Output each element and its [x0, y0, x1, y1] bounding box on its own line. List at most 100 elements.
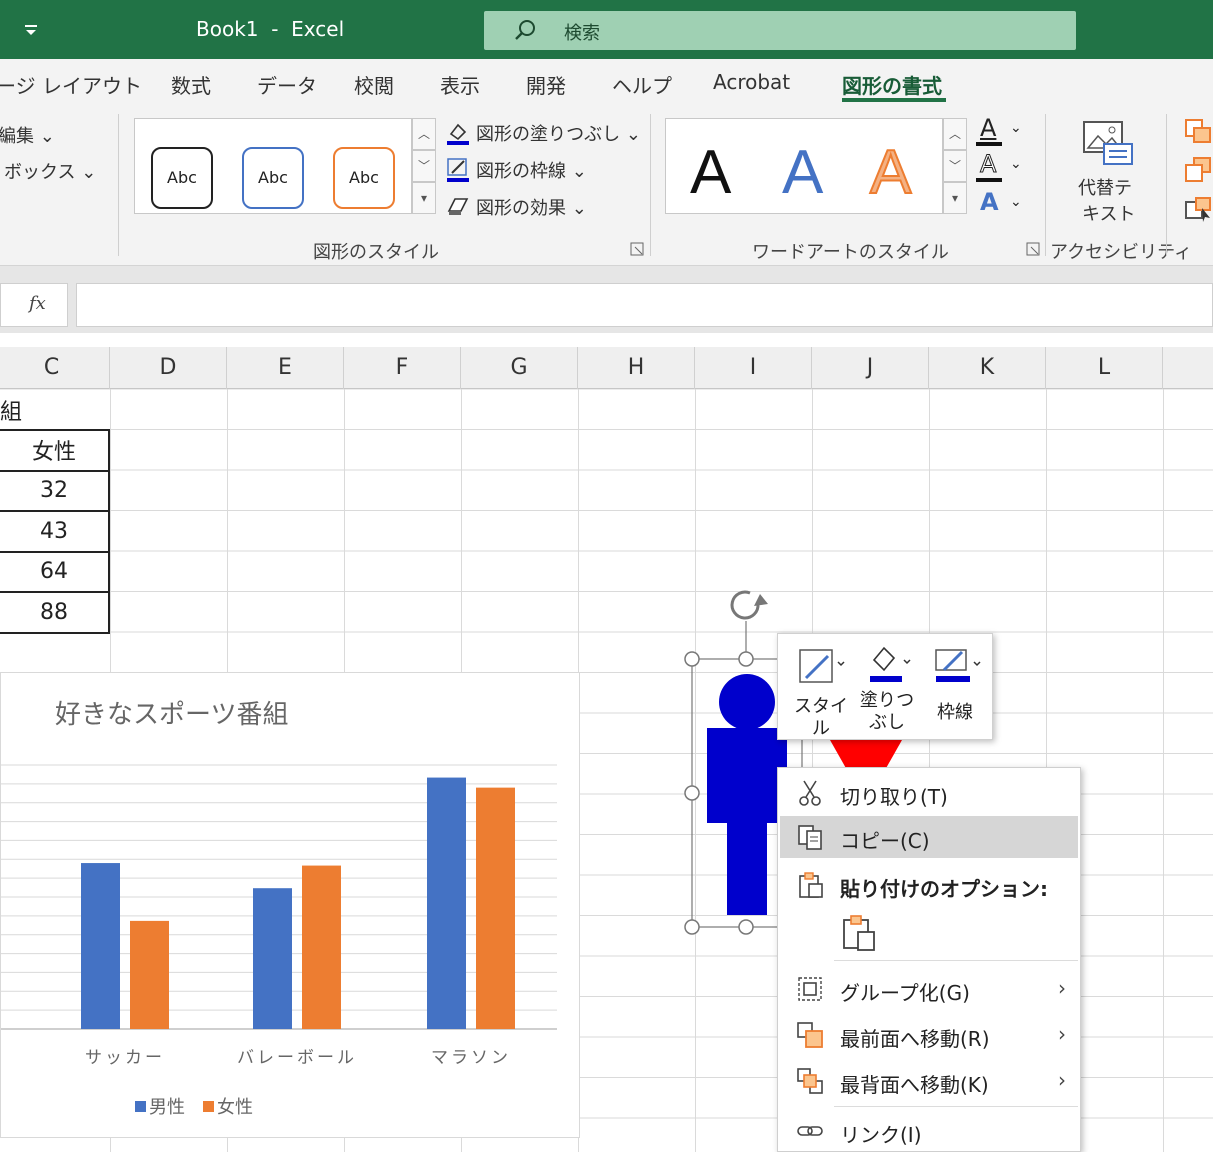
- wordart-down-arrow[interactable]: ﹀: [943, 150, 967, 182]
- title-bar: Book1 - Excel 検索: [0, 0, 1213, 59]
- submenu-arrow-icon: ›: [1058, 1022, 1066, 1046]
- chart-bar[interactable]: [302, 865, 341, 1029]
- group-divider: [1166, 114, 1167, 256]
- tab-view[interactable]: 表示: [440, 70, 480, 99]
- formula-input[interactable]: [76, 283, 1213, 327]
- menu-item-bring-to-front[interactable]: 最前面へ移動(R) ›: [780, 1014, 1078, 1056]
- shape-style-orange[interactable]: Abc: [333, 147, 395, 209]
- bar-chart[interactable]: 好きなスポーツ番組 サッカー バレーボール マラソン 男性 女性: [0, 672, 580, 1138]
- shape-effects-button[interactable]: 図形の効果 ⌄: [446, 192, 636, 222]
- edit-shape-button[interactable]: 編集 ⌄: [0, 122, 55, 148]
- table-cell[interactable]: 64: [0, 550, 110, 593]
- cell-c1[interactable]: 組: [0, 394, 22, 426]
- gallery-up-arrow[interactable]: ︿: [412, 118, 436, 150]
- tab-data[interactable]: データ: [257, 70, 317, 99]
- search-box[interactable]: 検索: [484, 11, 1076, 50]
- text-fill-button[interactable]: A ⌄: [976, 114, 1026, 146]
- column-header-g[interactable]: G: [461, 347, 578, 389]
- mini-style-button[interactable]: スタイル: [788, 642, 854, 739]
- ribbon: 編集 ⌄ ボックス ⌄ Abc Abc Abc ︿ ﹀ ▾ 図形の塗りつぶし ⌄…: [0, 106, 1213, 266]
- tab-help[interactable]: ヘルプ: [612, 70, 672, 99]
- chart-bar[interactable]: [253, 888, 292, 1029]
- resize-handle[interactable]: [738, 919, 754, 935]
- column-header-f[interactable]: F: [344, 347, 461, 389]
- shape-style-gallery: Abc Abc Abc: [134, 118, 412, 214]
- bring-to-front-icon: [797, 1022, 823, 1048]
- selection-pane-icon[interactable]: [1184, 196, 1213, 222]
- blue-person-legs[interactable]: [727, 820, 767, 915]
- red-person-shape[interactable]: [830, 740, 902, 770]
- column-header-h[interactable]: H: [578, 347, 695, 389]
- clipboard-icon: [799, 872, 823, 898]
- shape-style-blue[interactable]: Abc: [242, 147, 304, 209]
- tab-shape-format[interactable]: 図形の書式: [842, 70, 942, 99]
- chart-title[interactable]: 好きなスポーツ番組: [55, 700, 288, 730]
- text-outline-button[interactable]: A ⌄: [976, 150, 1026, 182]
- rotate-handle-icon[interactable]: [730, 590, 768, 620]
- menu-item-cut[interactable]: 切り取り(T): [780, 772, 1078, 814]
- resize-handle[interactable]: [738, 651, 754, 667]
- chart-bar[interactable]: [81, 863, 120, 1029]
- column-header-j[interactable]: J: [812, 347, 929, 389]
- tab-formulas[interactable]: 数式: [171, 70, 211, 99]
- column-header-k[interactable]: K: [929, 347, 1046, 389]
- tab-page-layout[interactable]: ージ レイアウト: [0, 70, 142, 99]
- wordart-more-arrow[interactable]: ▾: [943, 182, 967, 214]
- column-header-i[interactable]: I: [695, 347, 812, 389]
- paste-icon[interactable]: [840, 914, 878, 954]
- dialog-launcher-icon[interactable]: [630, 242, 644, 256]
- resize-handle[interactable]: [684, 651, 700, 667]
- shape-outline-button[interactable]: 図形の枠線 ⌄: [446, 155, 636, 185]
- bring-forward-icon[interactable]: [1184, 118, 1213, 144]
- gallery-down-arrow[interactable]: ﹀: [412, 150, 436, 182]
- menu-item-group[interactable]: グループ化(G) ›: [780, 968, 1078, 1010]
- textbox-button[interactable]: ボックス ⌄: [4, 158, 96, 184]
- mini-fill-button[interactable]: 塗りつ ぶし: [854, 642, 920, 734]
- submenu-arrow-icon: ›: [1058, 1068, 1066, 1092]
- text-effects-button[interactable]: A ⌄: [976, 188, 1026, 220]
- chart-bar[interactable]: [427, 777, 466, 1029]
- send-backward-icon[interactable]: [1184, 156, 1213, 182]
- resize-handle[interactable]: [684, 785, 700, 801]
- column-header-c[interactable]: C: [0, 347, 110, 389]
- table-cell[interactable]: 32: [0, 469, 110, 512]
- send-to-back-icon: [797, 1068, 823, 1094]
- resize-handle[interactable]: [684, 919, 700, 935]
- shape-fill-button[interactable]: 図形の塗りつぶし ⌄: [446, 118, 641, 148]
- wordart-black[interactable]: A: [690, 133, 731, 213]
- blue-person-body[interactable]: [707, 728, 787, 823]
- fx-icon: fx: [29, 293, 46, 314]
- column-header-e[interactable]: E: [227, 347, 344, 389]
- search-placeholder: 検索: [564, 23, 600, 44]
- pen-outline-icon: [935, 649, 981, 682]
- alt-text-icon: [1083, 121, 1133, 165]
- wordart-orange[interactable]: A: [869, 133, 912, 213]
- column-header-l[interactable]: L: [1046, 347, 1163, 389]
- formula-bar: fx: [0, 266, 1213, 333]
- wordart-blue[interactable]: A: [782, 133, 823, 213]
- table-cell[interactable]: 43: [0, 510, 110, 553]
- chart-bar[interactable]: [130, 920, 169, 1029]
- tab-review[interactable]: 校閲: [354, 70, 394, 99]
- alt-text-button[interactable]: 代替テ キスト: [1070, 120, 1142, 230]
- table-cell[interactable]: 女性: [0, 429, 110, 472]
- scissors-icon: [799, 780, 821, 806]
- pen-outline-icon: [447, 158, 469, 182]
- chart-bar[interactable]: [476, 787, 515, 1029]
- tab-acrobat[interactable]: Acrobat: [713, 70, 790, 94]
- column-header-d[interactable]: D: [110, 347, 227, 389]
- menu-item-send-to-back[interactable]: 最背面へ移動(K) ›: [780, 1060, 1078, 1102]
- menu-item-copy[interactable]: コピー(C): [780, 816, 1078, 858]
- menu-item-link[interactable]: リンク(I): [780, 1110, 1078, 1152]
- tab-developer[interactable]: 開発: [526, 70, 566, 99]
- shape-style-black[interactable]: Abc: [151, 147, 213, 209]
- insert-function-button[interactable]: fx: [0, 283, 68, 327]
- wordart-up-arrow[interactable]: ︿: [943, 118, 967, 150]
- quick-access-dropdown-icon[interactable]: [18, 17, 44, 43]
- table-cell[interactable]: 88: [0, 591, 110, 634]
- dialog-launcher-icon[interactable]: [1026, 242, 1040, 256]
- menu-separator: [834, 960, 1078, 961]
- blue-person-head[interactable]: [719, 674, 775, 730]
- mini-outline-button[interactable]: 枠線: [922, 642, 988, 734]
- gallery-more-arrow[interactable]: ▾: [412, 182, 436, 214]
